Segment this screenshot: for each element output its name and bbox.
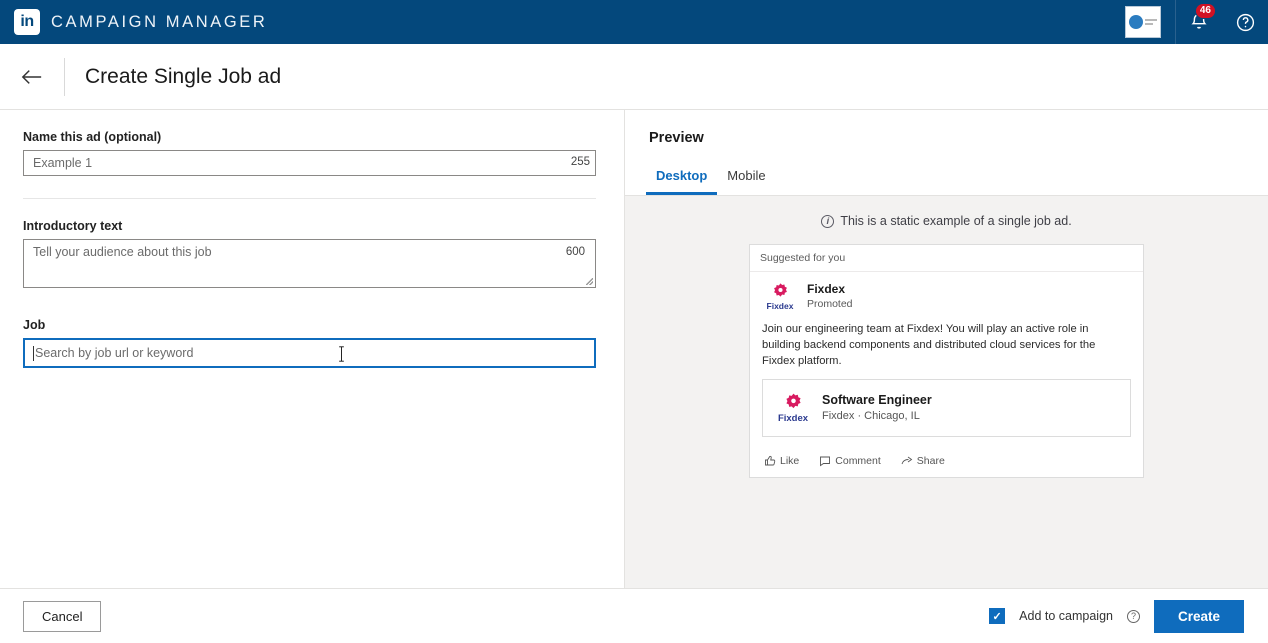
notifications-badge: 46 <box>1195 3 1216 19</box>
tab-desktop[interactable]: Desktop <box>646 164 717 195</box>
fixdex-gear-icon <box>783 392 804 413</box>
fixdex-gear-icon <box>771 282 790 301</box>
preview-tabs: Desktop Mobile <box>625 164 1268 195</box>
job-info-block: Software Engineer Fixdex · Chicago, IL <box>822 393 932 422</box>
company-logo-text: Fixdex <box>762 302 798 311</box>
name-ad-label: Name this ad (optional) <box>23 130 600 144</box>
job-label: Job <box>23 318 600 332</box>
notifications-button[interactable]: 46 <box>1176 0 1222 44</box>
name-ad-input[interactable] <box>23 150 596 176</box>
help-circle-icon <box>1235 12 1256 33</box>
title-divider <box>64 58 65 96</box>
preview-pane: Preview Desktop Mobile i This is a stati… <box>624 110 1268 588</box>
account-thumbnail[interactable] <box>1125 6 1161 38</box>
job-preview-card[interactable]: Fixdex Software Engineer Fixdex · Chicag… <box>762 379 1131 437</box>
app-header: in CAMPAIGN MANAGER 46 <box>0 0 1268 44</box>
job-company-logo: Fixdex <box>775 392 811 424</box>
text-caret <box>33 346 34 361</box>
ad-company-block: Fixdex Promoted <box>807 282 853 310</box>
form-divider <box>23 198 596 199</box>
add-to-campaign-label: Add to campaign <box>1019 609 1113 623</box>
comment-icon <box>819 455 831 467</box>
job-company-logo-text: Fixdex <box>775 414 811 424</box>
linkedin-logo-icon: in <box>14 9 40 35</box>
info-icon: i <box>821 215 834 228</box>
ad-preview-card: Suggested for you Fixdex Fixdex Promoted <box>749 244 1144 478</box>
static-example-note: i This is a static example of a single j… <box>625 214 1268 228</box>
comment-label: Comment <box>835 455 881 467</box>
job-field-group: Job Search by job url or keyword <box>23 318 600 368</box>
resize-handle-icon[interactable] <box>586 278 593 285</box>
name-ad-field-group: Name this ad (optional) 255 <box>23 130 600 176</box>
intro-text-label: Introductory text <box>23 219 600 233</box>
preview-body: i This is a static example of a single j… <box>625 196 1268 588</box>
page-titlebar: Create Single Job ad <box>0 44 1268 110</box>
suggested-label: Suggested for you <box>750 245 1143 272</box>
cancel-button[interactable]: Cancel <box>23 601 101 632</box>
ibeam-cursor-icon <box>337 345 346 363</box>
intro-text-field-group: Introductory text Tell your audience abo… <box>23 219 600 288</box>
job-title: Software Engineer <box>822 393 932 407</box>
preview-header: Preview <box>625 110 1268 146</box>
account-thumbnail-lines <box>1145 19 1157 25</box>
add-to-campaign-help-icon[interactable]: ? <box>1127 610 1140 623</box>
like-label: Like <box>780 455 799 467</box>
intro-text-counter: 600 <box>566 246 585 258</box>
thumbs-up-icon <box>764 455 776 467</box>
job-subtitle: Fixdex · Chicago, IL <box>822 410 932 422</box>
share-label: Share <box>917 455 945 467</box>
ad-header: Fixdex Fixdex Promoted <box>750 272 1143 315</box>
name-ad-counter: 255 <box>571 156 590 168</box>
ad-body-text: Join our engineering team at Fixdex! You… <box>750 315 1143 380</box>
help-button[interactable] <box>1222 0 1268 44</box>
footer-bar: Cancel ✓ Add to campaign ? Create <box>0 588 1268 643</box>
back-button[interactable] <box>0 68 64 86</box>
brand-title: CAMPAIGN MANAGER <box>51 13 267 32</box>
header-actions: 46 <box>1125 0 1268 44</box>
static-example-text: This is a static example of a single job… <box>840 214 1071 228</box>
brand-logo-group[interactable]: in CAMPAIGN MANAGER <box>0 9 267 35</box>
job-search-placeholder: Search by job url or keyword <box>35 346 193 360</box>
account-avatar-icon <box>1129 15 1143 29</box>
company-logo: Fixdex <box>762 282 798 311</box>
tab-mobile[interactable]: Mobile <box>717 164 775 195</box>
ad-promoted-label: Promoted <box>807 298 853 310</box>
share-button[interactable]: Share <box>901 455 945 467</box>
intro-text-input[interactable]: Tell your audience about this job 600 <box>23 239 596 288</box>
preview-title: Preview <box>649 130 1268 146</box>
ad-form-pane: Name this ad (optional) 255 Introductory… <box>0 110 624 588</box>
job-search-input[interactable]: Search by job url or keyword <box>23 338 596 368</box>
form-spacer <box>23 288 600 318</box>
add-to-campaign-checkbox[interactable]: ✓ <box>989 608 1005 624</box>
footer-actions: ✓ Add to campaign ? Create <box>989 600 1244 633</box>
share-icon <box>901 455 913 467</box>
intro-text-placeholder: Tell your audience about this job <box>33 245 212 259</box>
back-arrow-icon <box>21 68 43 86</box>
name-ad-input-wrap: 255 <box>23 150 600 176</box>
main-content: Name this ad (optional) 255 Introductory… <box>0 110 1268 588</box>
ad-company-name: Fixdex <box>807 282 853 296</box>
comment-button[interactable]: Comment <box>819 455 881 467</box>
create-button[interactable]: Create <box>1154 600 1244 633</box>
ad-social-actions: Like Comment Share <box>750 447 1143 477</box>
like-button[interactable]: Like <box>764 455 799 467</box>
page-title: Create Single Job ad <box>85 65 281 89</box>
